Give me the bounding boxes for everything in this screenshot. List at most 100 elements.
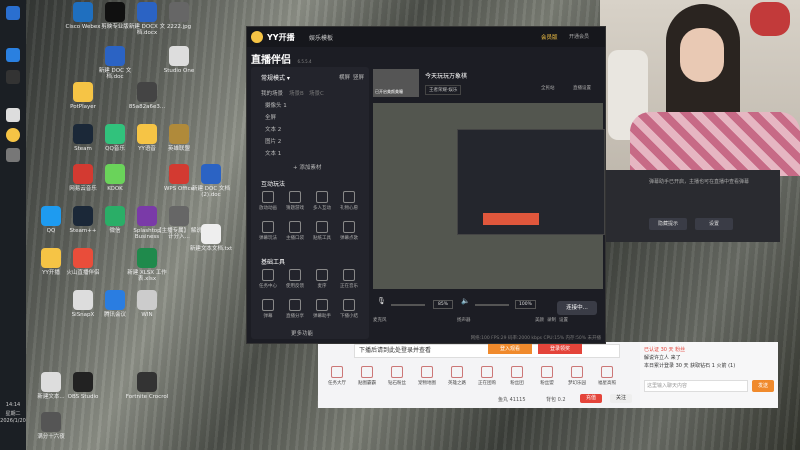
tool-button[interactable]: 猜题游戏 (284, 191, 306, 211)
tool-button[interactable]: 正在音乐 (338, 269, 360, 289)
airplane-icon[interactable] (6, 148, 20, 162)
desktop-icon[interactable]: 火山直播伴侣 (60, 248, 106, 276)
tool-label: 弹幕助手 (313, 314, 331, 319)
feature-icon[interactable]: 宠物地图 (416, 366, 438, 386)
feature-icon[interactable]: 英雄之路 (446, 366, 468, 386)
desktop-icon[interactable]: 新建 XLSX 工作表.xlsx (124, 248, 170, 282)
open-vip-link[interactable]: 开通会员 (569, 33, 589, 40)
speaker-percent[interactable]: 100% (515, 300, 536, 309)
stream-title[interactable]: 今天玩玩万象棋 (425, 71, 467, 80)
start-icon[interactable] (6, 6, 20, 20)
follow-button[interactable]: 关注 (610, 394, 632, 403)
source-item[interactable]: 全屏 (265, 113, 276, 121)
beauty-button[interactable]: 美颜 (535, 317, 544, 323)
desktop-icon[interactable]: 新建 DOC 文档.doc (92, 46, 138, 80)
taskbar: 14:14 星期二 2026/1/20 (0, 0, 26, 450)
source-item[interactable]: 文本 1 (265, 149, 281, 157)
app-icon (137, 124, 157, 144)
portrait-toggle[interactable]: 竖屏 (353, 73, 364, 81)
desktop-icon[interactable]: 新建 DOC 文档 (2).doc (188, 164, 234, 198)
landscape-toggle[interactable]: 横屏 (339, 73, 350, 81)
source-item[interactable]: 图片 2 (265, 137, 281, 145)
tool-button[interactable]: 弹幕助手 (311, 299, 333, 319)
tool-button[interactable]: 礼物心愿 (338, 191, 360, 211)
stream-preview[interactable] (373, 103, 605, 289)
speaker-icon[interactable]: 🔈 (461, 297, 470, 305)
template-tab[interactable]: 娱乐模板 (309, 33, 333, 42)
mic-percent[interactable]: 85% (433, 300, 454, 309)
desktop-icon[interactable]: OBS Studio (60, 372, 106, 400)
scene-tab-mine[interactable]: 我的场景 (261, 89, 283, 97)
tool-button[interactable]: 任务中心 (257, 269, 279, 289)
feature-icon[interactable]: 福星高照 (596, 366, 618, 386)
hide-tip-button[interactable]: 隐藏提示 (649, 218, 687, 230)
status-bar: 网络:100 FPS:29 码率:2000 kbps CPU:15% 内存:50… (247, 333, 605, 343)
tool-icon (289, 269, 301, 281)
tool-button[interactable]: 麦序 (311, 269, 333, 289)
source-item[interactable]: 摄像头 1 (265, 101, 287, 109)
desktop-icon[interactable]: KOOK (92, 164, 138, 192)
desktop-icon[interactable]: 85a82a6e3... (124, 82, 170, 110)
microphone-icon[interactable]: 🎙 (377, 297, 386, 305)
desktop-icon[interactable]: 新建文本文档.txt (188, 224, 234, 252)
app-icon (41, 372, 61, 392)
speaker-slider[interactable] (475, 304, 509, 306)
live-site-button[interactable]: 全民站 (541, 85, 555, 91)
tool-button[interactable]: 直播分享 (284, 299, 306, 319)
desktop-icon[interactable]: 2222.jpg (156, 2, 202, 30)
mic-label: 麦克风 (373, 318, 387, 323)
desktop-icon[interactable]: PotPlayer (60, 82, 106, 110)
feature-icon[interactable]: 梦幻乐园 (566, 366, 588, 386)
tool-button[interactable]: 弹幕 (257, 299, 279, 319)
tool-button[interactable]: 放动动画 (257, 191, 279, 211)
vip-label[interactable]: 会员版 (541, 33, 558, 41)
explorer-icon[interactable] (6, 108, 20, 122)
feature-icon[interactable]: 钻石粉丝 (386, 366, 408, 386)
add-source-button[interactable]: + 添加素材 (293, 163, 321, 171)
mic-slider[interactable] (391, 304, 425, 306)
plush-toy (750, 2, 790, 36)
tool-button[interactable]: 弹幕点歌 (338, 221, 360, 241)
scene-tab-c[interactable]: 场景C (309, 89, 324, 97)
mode-select[interactable]: 常规模式 ▾ (261, 73, 290, 82)
tool-label: 多人互动 (313, 206, 331, 211)
panel-settings-button[interactable]: 设置 (695, 218, 733, 230)
tool-icon (289, 221, 301, 233)
desktop-icon[interactable]: Fortnite Crocrol (124, 372, 170, 400)
watch-login-button[interactable]: 登入观看 (488, 344, 532, 354)
feature-icon[interactable]: 任务大厅 (326, 366, 348, 386)
tool-button[interactable]: 下播小结 (338, 299, 360, 319)
feature-icon[interactable]: 粉丝团 (506, 366, 528, 386)
settings-button[interactable]: 设置 (559, 317, 568, 323)
tool-button[interactable]: 弹幕玩法 (257, 221, 279, 241)
feature-icon[interactable]: 贴图霸霸 (356, 366, 378, 386)
desktop-icon[interactable]: Studio One (156, 46, 202, 74)
app-icon[interactable] (6, 70, 20, 84)
chat-input[interactable]: 这里输入聊天内容 (644, 380, 748, 392)
edge-icon[interactable] (6, 48, 20, 62)
tool-button[interactable]: 贴纸工具 (311, 221, 333, 241)
desktop-icon[interactable]: 满分十六夜 (28, 412, 74, 440)
clock-time[interactable]: 14:14 (0, 402, 26, 408)
stream-settings-button[interactable]: 直播设置 (573, 85, 591, 91)
tool-button[interactable]: 使用反馈 (284, 269, 306, 289)
record-button[interactable]: 录制 (547, 317, 556, 323)
desktop-icon[interactable]: WIN (124, 290, 170, 318)
source-item[interactable]: 文本 2 (265, 125, 281, 133)
scene-tab-b[interactable]: 场景B (289, 89, 304, 97)
app-icon (137, 372, 157, 392)
tool-button[interactable]: 主播口袋 (284, 221, 306, 241)
recharge-button[interactable]: 充值 (580, 394, 602, 403)
add-source-label: 添加素材 (299, 165, 322, 171)
tool-icon (316, 191, 328, 203)
feature-icon[interactable]: 粉丝盟 (536, 366, 558, 386)
stream-category[interactable]: 王者荣耀·娱乐 (425, 85, 462, 95)
send-button[interactable]: 发送 (752, 380, 774, 392)
feature-icon[interactable]: 正在团购 (476, 366, 498, 386)
desktop-icon[interactable]: 英雄联盟 (156, 124, 202, 152)
tool-button[interactable]: 多人互动 (311, 191, 333, 211)
connect-button[interactable]: 连接中... (557, 301, 597, 315)
yy-icon[interactable] (6, 128, 20, 142)
brand-row: 直播伴侣 6.5.5.4 (251, 51, 312, 66)
claim-reward-button[interactable]: 登录领奖 (538, 344, 582, 354)
